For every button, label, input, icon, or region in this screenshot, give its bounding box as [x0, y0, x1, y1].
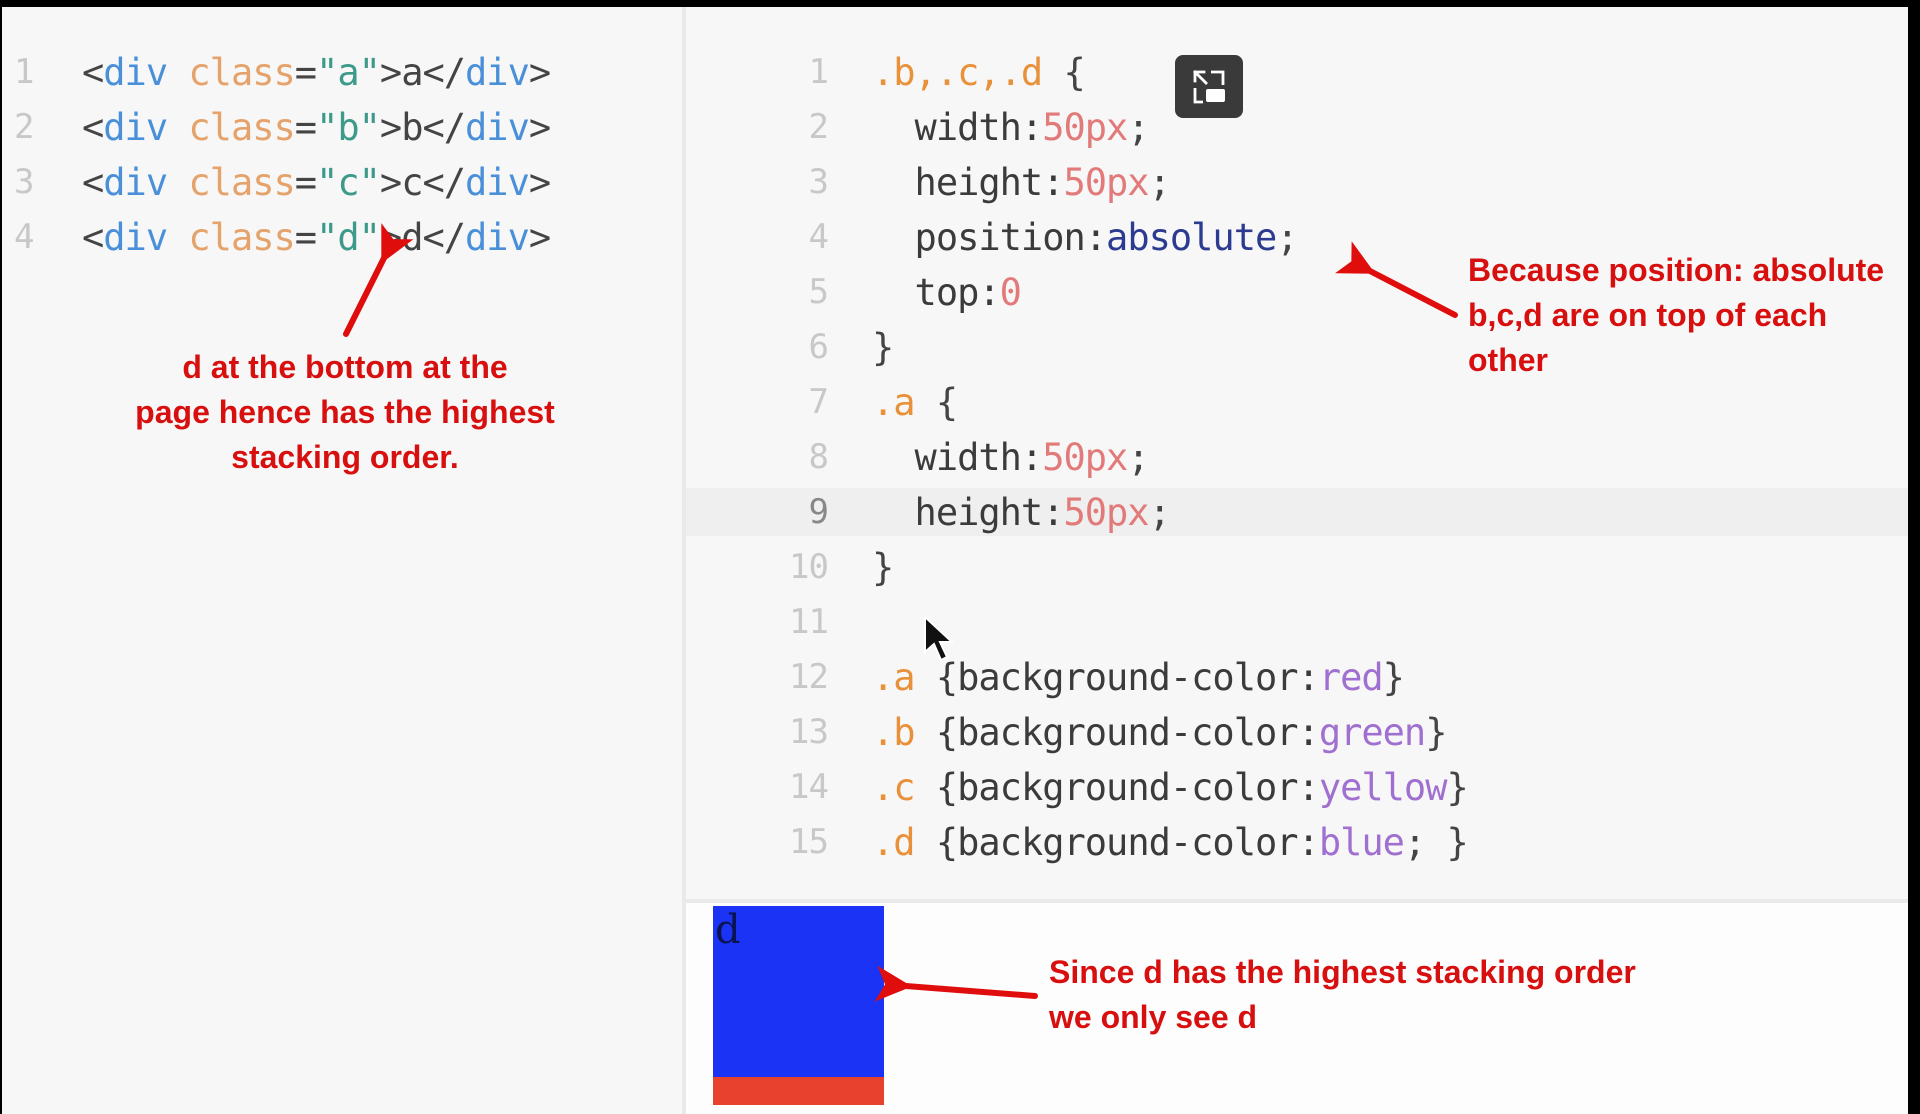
css-code-line[interactable]: 1 .b,.c,.d {	[686, 45, 1908, 100]
line-number: 4	[14, 217, 34, 257]
css-code-line[interactable]: 7 .a {	[686, 375, 1908, 430]
annotation-line: Since d has the highest stacking order	[1049, 954, 1636, 990]
code-text: top:0	[872, 271, 1022, 314]
line-number: 4	[808, 217, 829, 257]
css-code-line[interactable]: 13 .b {background-color:green}	[686, 705, 1908, 760]
annotation-line: we only see d	[1049, 999, 1258, 1035]
line-number: 2	[14, 107, 34, 147]
code-text: }	[872, 546, 894, 589]
html-code-line[interactable]: 1 <div class="a">a</div>	[2, 45, 682, 100]
code-text: <div class="d">d</div>	[82, 216, 551, 259]
code-text: }	[872, 326, 894, 369]
line-number: 12	[789, 657, 829, 697]
line-number: 1	[14, 52, 34, 92]
css-code-line[interactable]: 2 width:50px;	[686, 100, 1908, 155]
html-code-line[interactable]: 3 <div class="c">c</div>	[2, 155, 682, 210]
code-playground: 1 <div class="a">a</div> 2 <div class="b">b…	[2, 7, 1908, 1114]
css-code-line[interactable]: 14 .c {background-color:yellow}	[686, 760, 1908, 815]
css-code-line[interactable]: 15 .d {background-color:blue; }	[686, 815, 1908, 870]
css-editor-pane[interactable]: 1 .b,.c,.d {2 width:50px; 3 height:50px; 4 …	[686, 7, 1908, 899]
css-code-line[interactable]: 8 width:50px;	[686, 430, 1908, 485]
annotation-line: other	[1468, 342, 1548, 378]
annotation-line: b,c,d are on top of each	[1468, 297, 1828, 333]
code-text: <div class="b">b</div>	[82, 106, 551, 149]
line-number: 9	[808, 492, 829, 532]
code-text: <div class="c">c</div>	[82, 161, 551, 204]
line-number: 3	[808, 162, 829, 202]
annotation-line: d at the bottom at the	[182, 349, 508, 385]
annotation-position-absolute: Because position: absolute b,c,d are on …	[1468, 248, 1884, 383]
code-text: position:absolute;	[872, 216, 1299, 259]
annotation-line: page hence has the highest	[135, 394, 555, 430]
div-a-box	[713, 1077, 884, 1105]
line-number: 14	[789, 767, 829, 807]
css-code-line[interactable]: 10}	[686, 540, 1908, 595]
div-d-label: d	[715, 907, 741, 953]
line-number: 2	[808, 107, 829, 147]
annotation-only-see-d: Since d has the highest stacking order w…	[1049, 950, 1636, 1040]
line-number: 10	[789, 547, 829, 587]
div-d-box: d	[713, 906, 884, 1077]
line-number: 11	[789, 602, 829, 642]
line-number: 15	[789, 822, 829, 862]
annotation-stacking-order: d at the bottom at the page hence has th…	[100, 345, 590, 480]
css-code-line[interactable]: 3 height:50px;	[686, 155, 1908, 210]
line-number: 3	[14, 162, 34, 202]
code-text: .b,.c,.d {	[872, 51, 1086, 94]
code-text: <div class="a">a</div>	[82, 51, 551, 94]
line-number: 1	[808, 52, 829, 92]
html-code-line[interactable]: 4 <div class="d">d</div>	[2, 210, 682, 265]
code-text: .c {background-color:yellow}	[872, 766, 1469, 809]
code-text: height:50px;	[872, 491, 1171, 534]
code-text: .d {background-color:blue; }	[872, 821, 1469, 864]
line-number: 5	[808, 272, 829, 312]
mouse-cursor-icon	[924, 614, 955, 662]
annotation-line: stacking order.	[231, 439, 459, 475]
line-number: 13	[789, 712, 829, 752]
line-number: 6	[808, 327, 829, 367]
annotation-line: Because position: absolute	[1468, 252, 1885, 288]
line-number: 8	[808, 437, 829, 477]
code-text: width:50px;	[872, 106, 1150, 149]
code-text: height:50px;	[872, 161, 1171, 204]
css-code-line[interactable]: 11	[686, 595, 1908, 650]
code-text: width:50px;	[872, 436, 1150, 479]
line-number: 7	[808, 382, 829, 422]
html-editor-pane[interactable]: 1 <div class="a">a</div> 2 <div class="b">b…	[2, 7, 682, 1114]
css-code-line[interactable]: 12 .a {background-color:red}	[686, 650, 1908, 705]
css-code-line[interactable]: 9 height:50px;	[686, 485, 1908, 540]
code-text: .a {	[872, 381, 958, 424]
code-text: .b {background-color:green}	[872, 711, 1447, 754]
html-code-line[interactable]: 2 <div class="b">b</div>	[2, 100, 682, 155]
